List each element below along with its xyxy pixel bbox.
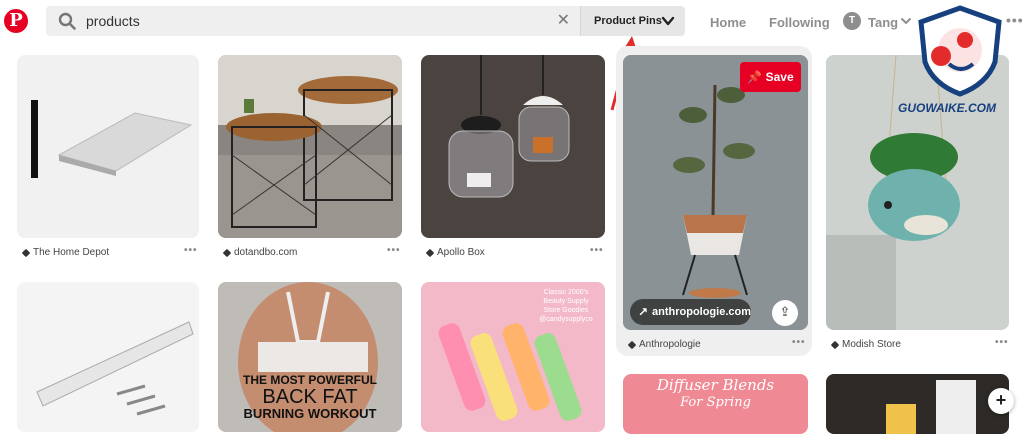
pin-image-lamps[interactable] [421,55,605,238]
pin-source-label: Modish Store [842,339,901,350]
plant-image [623,55,808,330]
tag-icon [222,248,232,257]
tag-icon [830,340,840,349]
diffuser-title: Diffuser Blends For Spring [656,376,775,410]
pin-more-icon[interactable]: ••• [184,245,198,256]
pin-source[interactable]: dotandbo.com [222,247,298,258]
add-pin-button[interactable]: + [988,388,1014,414]
pin-image-workout[interactable]: THE MOST POWERFUL BACK FAT BURNING WORKO… [218,282,402,432]
tag-icon [425,248,435,257]
shelf-image [31,100,193,178]
search-bar[interactable]: products ✕ [46,6,580,36]
tag-icon [627,340,637,349]
pin-source-label: Anthropologie [639,339,701,350]
pin-link-label: anthropologie.com [652,306,751,318]
pin-more-icon[interactable]: ••• [792,337,806,348]
pin-source[interactable]: Modish Store [830,339,901,350]
pin-source-label: The Home Depot [33,247,110,258]
pin-image-trim[interactable] [17,282,199,432]
pin-image-diffuser[interactable]: Diffuser Blends For Spring [623,374,808,434]
share-upload-icon[interactable]: ⇪ [772,300,798,326]
chevron-down-icon [661,16,675,26]
save-button[interactable]: 📌 Save [740,62,801,92]
save-label: Save [765,70,794,84]
clear-search-icon[interactable]: ✕ [557,10,570,30]
pin-icon: 📌 [747,70,763,84]
workout-title: THE MOST POWERFUL BACK FAT BURNING WORKO… [243,373,377,421]
pin-image-plant[interactable] [623,55,808,330]
pin-image-dark[interactable] [826,374,1009,434]
pinterest-logo[interactable]: P [4,9,28,33]
trim-image [36,321,194,416]
pin-more-icon[interactable]: ••• [995,337,1009,348]
search-icon [58,12,76,30]
arrow-up-right-icon: ↗ [638,305,649,319]
pin-more-icon[interactable]: ••• [387,245,401,256]
pin-image-tables[interactable] [218,55,402,238]
pin-image-lipgloss[interactable]: Classic 2000's Beauty Supply Store Goodi… [421,282,605,432]
avatar[interactable]: T [843,12,861,30]
pin-source-label: Apollo Box [437,247,485,258]
pin-source[interactable]: The Home Depot [21,247,110,258]
lipgloss-caption: Classic 2000's Beauty Supply Store Goodi… [539,289,593,323]
tables-image [218,55,402,238]
pin-source-label: dotandbo.com [234,247,298,258]
pin-more-icon[interactable]: ••• [590,245,604,256]
pin-source[interactable]: Anthropologie [627,339,701,350]
nav-user[interactable]: Tang [868,15,898,30]
top-bar: P products ✕ Product Pins Home Following… [0,0,1024,44]
tag-icon [21,248,31,257]
watermark-text: GUOWAIKE.COM [898,101,996,115]
watermark-crest-logo [918,5,1002,97]
dark-image [886,380,976,434]
nav-following[interactable]: Following [769,15,830,30]
nav-home[interactable]: Home [710,15,746,30]
user-chevron-icon[interactable] [900,15,912,27]
search-input[interactable]: products [86,13,140,29]
pin-image-shelf[interactable] [17,55,199,238]
filter-label: Product Pins [594,15,662,27]
more-options-icon[interactable]: ••• [1006,12,1024,28]
pin-source[interactable]: Apollo Box [425,247,485,258]
product-pins-filter[interactable]: Product Pins [580,6,685,36]
pin-link-button[interactable]: ↗ anthropologie.com [630,299,751,325]
lamps-image [448,55,570,198]
